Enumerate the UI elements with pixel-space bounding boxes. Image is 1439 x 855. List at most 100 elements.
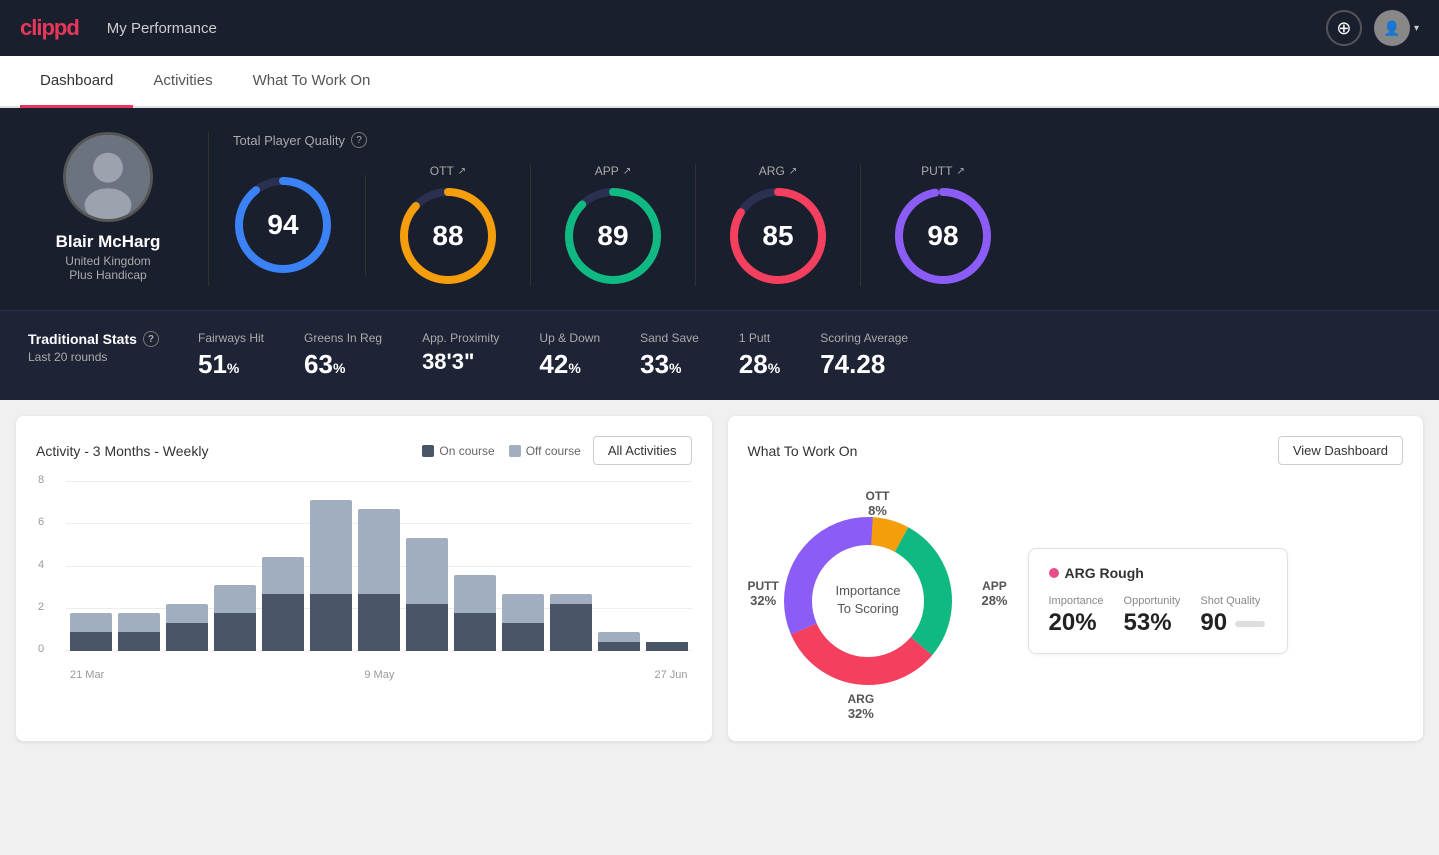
avatar: 👤 xyxy=(1374,10,1410,46)
svg-text:To Scoring: To Scoring xyxy=(837,601,898,616)
bar-on-course xyxy=(70,632,112,651)
bar-off-course xyxy=(70,613,112,632)
stat-greens: Greens In Reg 63% xyxy=(304,331,382,380)
bar-off-course xyxy=(598,632,640,641)
bar-off-course xyxy=(502,594,544,622)
tab-dashboard[interactable]: Dashboard xyxy=(20,56,133,108)
circle-app: 89 xyxy=(563,186,663,286)
svg-text:Importance: Importance xyxy=(835,583,900,598)
hero-section: Blair McHarg United Kingdom Plus Handica… xyxy=(0,108,1439,310)
score-total-value: 94 xyxy=(267,209,298,241)
stat-sandsave-val: 33% xyxy=(640,349,699,380)
stat-fairways-name: Fairways Hit xyxy=(198,331,264,345)
stats-row: Traditional Stats ? Last 20 rounds Fairw… xyxy=(0,310,1439,400)
bar-on-course xyxy=(454,613,496,651)
top-nav: clippd My Performance ⊕ 👤 ▾ xyxy=(0,0,1439,56)
bar-group xyxy=(646,481,688,651)
avatar xyxy=(63,132,153,222)
add-button[interactable]: ⊕ xyxy=(1326,10,1362,46)
stats-help-icon[interactable]: ? xyxy=(143,331,159,347)
view-dashboard-button[interactable]: View Dashboard xyxy=(1278,436,1403,465)
donut-wrapper: Importance To Scoring OTT8% APP28% ARG32… xyxy=(748,481,1008,721)
detail-importance: Importance 20% xyxy=(1049,595,1104,637)
bar-on-course xyxy=(166,623,208,651)
ott-value: 88 xyxy=(432,220,463,252)
legend-offcourse-dot xyxy=(509,445,521,457)
shotquality-label: Shot Quality xyxy=(1200,595,1265,607)
player-handicap: Plus Handicap xyxy=(69,268,146,282)
bar-group xyxy=(262,481,304,651)
activity-card-header: Activity - 3 Months - Weekly On course O… xyxy=(36,436,692,465)
score-arg: ARG ↗ 85 xyxy=(696,164,861,286)
score-app: APP ↗ 89 xyxy=(531,164,696,286)
stat-sandsave-name: Sand Save xyxy=(640,331,699,345)
legend-oncourse: On course xyxy=(422,444,494,458)
bar-on-course xyxy=(406,604,448,651)
bar-on-course xyxy=(118,632,160,651)
putt-label: PUTT ↗ xyxy=(921,164,965,178)
circle-total: 94 xyxy=(233,175,333,275)
bar-off-course xyxy=(358,509,400,594)
bar-group xyxy=(406,481,448,651)
detail-opportunity: Opportunity 53% xyxy=(1124,595,1181,637)
ott-arrow: ↗ xyxy=(458,166,466,177)
tab-nav: Dashboard Activities What To Work On xyxy=(0,56,1439,108)
legend-oncourse-label: On course xyxy=(439,444,494,458)
stat-1putt-name: 1 Putt xyxy=(739,331,780,345)
bar-group xyxy=(454,481,496,651)
bar-on-course xyxy=(310,594,352,651)
avatar-menu[interactable]: 👤 ▾ xyxy=(1374,10,1419,46)
stat-updown: Up & Down 42% xyxy=(539,331,600,380)
help-icon[interactable]: ? xyxy=(351,132,367,148)
bar-off-course xyxy=(214,585,256,613)
scores-title: Total Player Quality ? xyxy=(233,132,1411,148)
legend: On course Off course xyxy=(422,444,581,458)
x-label-mar: 21 Mar xyxy=(70,669,104,681)
bar-on-course xyxy=(358,594,400,651)
arg-label: ARG ↗ xyxy=(759,164,797,178)
tab-what-to-work-on[interactable]: What To Work On xyxy=(233,56,391,108)
stat-scoring: Scoring Average 74.28 xyxy=(820,331,908,380)
work-content: Importance To Scoring OTT8% APP28% ARG32… xyxy=(748,481,1404,721)
bar-on-course xyxy=(214,613,256,651)
importance-label: Importance xyxy=(1049,595,1104,607)
bar-on-course xyxy=(598,642,640,651)
stat-proximity-name: App. Proximity xyxy=(422,331,499,345)
donut-label-app: APP28% xyxy=(981,579,1007,608)
player-country: United Kingdom xyxy=(65,254,150,268)
bar-on-course xyxy=(502,623,544,651)
stat-proximity-val: 38'3" xyxy=(422,349,499,375)
ott-label: OTT ↗ xyxy=(430,164,466,178)
shotquality-bar xyxy=(1235,621,1265,627)
detail-shotquality: Shot Quality 90 xyxy=(1200,595,1265,637)
stats-items: Fairways Hit 51% Greens In Reg 63% App. … xyxy=(198,331,1411,380)
legend-oncourse-dot xyxy=(422,445,434,457)
all-activities-button[interactable]: All Activities xyxy=(593,436,692,465)
activity-title: Activity - 3 Months - Weekly xyxy=(36,443,208,459)
bottom-section: Activity - 3 Months - Weekly On course O… xyxy=(0,400,1439,757)
arg-value: 85 xyxy=(762,220,793,252)
x-label-jun: 27 Jun xyxy=(654,669,687,681)
tab-activities[interactable]: Activities xyxy=(133,56,232,108)
circle-ott: 88 xyxy=(398,186,498,286)
nav-title: My Performance xyxy=(107,20,217,37)
donut-chart: Importance To Scoring xyxy=(768,501,968,701)
app-value: 89 xyxy=(597,220,628,252)
chart-area: 8 6 4 2 0 21 Mar 9 May 27 Jun xyxy=(36,481,692,681)
bar-group xyxy=(118,481,160,651)
bar-group xyxy=(598,481,640,651)
bar-group xyxy=(310,481,352,651)
importance-value: 20% xyxy=(1049,609,1104,637)
donut-label-ott: OTT8% xyxy=(866,489,890,518)
bar-group xyxy=(502,481,544,651)
bar-on-course xyxy=(550,604,592,651)
bar-on-course xyxy=(262,594,304,651)
detail-metrics: Importance 20% Opportunity 53% Shot Qual… xyxy=(1049,595,1267,637)
stat-scoring-name: Scoring Average xyxy=(820,331,908,345)
work-card: What To Work On View Dashboard xyxy=(728,416,1424,741)
opportunity-value: 53% xyxy=(1124,609,1181,637)
player-info: Blair McHarg United Kingdom Plus Handica… xyxy=(28,132,188,282)
donut-label-putt: PUTT32% xyxy=(748,579,779,608)
stat-greens-val: 63% xyxy=(304,349,382,380)
x-labels: 21 Mar 9 May 27 Jun xyxy=(66,669,692,681)
